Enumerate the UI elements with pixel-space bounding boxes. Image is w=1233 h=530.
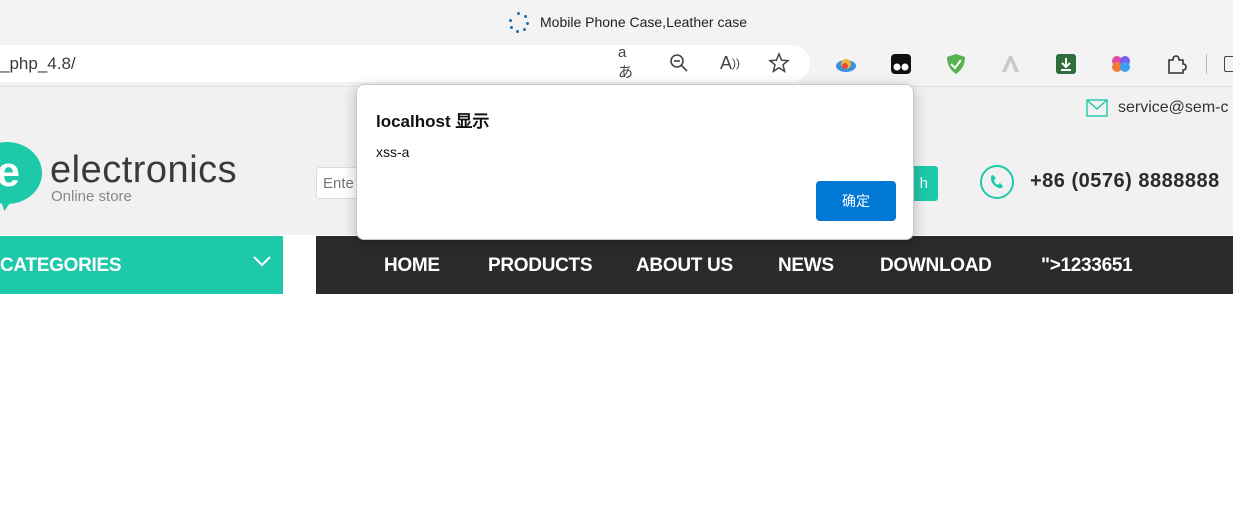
ark-extension-icon[interactable] <box>1000 53 1022 75</box>
brand-tagline: Online store <box>51 188 132 205</box>
toolbar-divider <box>1206 54 1207 74</box>
phone-number: +86 (0576) 8888888 <box>1030 170 1220 192</box>
brain-extension-icon[interactable] <box>1110 53 1132 75</box>
nav-home[interactable]: HOME <box>384 255 440 277</box>
nav-about-us[interactable]: ABOUT US <box>636 255 733 277</box>
logo-badge: e <box>0 142 42 204</box>
address-bar: _php_4.8/ aあ A)) <box>0 44 1233 86</box>
read-aloud-icon[interactable]: A)) <box>719 52 741 74</box>
adguard-shield-extension-icon[interactable] <box>945 53 967 75</box>
main-nav: HOME PRODUCTS ABOUT US NEWS DOWNLOAD ">1… <box>316 236 1233 294</box>
url-text: _php_4.8/ <box>0 54 76 73</box>
tab-title: Mobile Phone Case,Leather case <box>540 14 748 30</box>
ok-button[interactable]: 确定 <box>816 181 896 221</box>
brand-name: electronics <box>50 149 238 191</box>
contact-email[interactable]: service@sem-c <box>1086 99 1228 117</box>
chevron-down-icon <box>253 256 271 267</box>
loading-spinner-icon <box>508 11 530 33</box>
sidebar-toggle-icon[interactable] <box>1224 56 1233 72</box>
zoom-out-icon[interactable] <box>668 52 690 74</box>
alert-dialog: localhost 显示 xss-a 确定 <box>356 84 914 240</box>
dialog-message: xss-a <box>376 144 410 160</box>
tab[interactable]: Mobile Phone Case,Leather case <box>508 11 747 33</box>
browser-title-bar: Mobile Phone Case,Leather case <box>0 0 1233 44</box>
categories-menu[interactable]: CATEGORIES <box>0 236 283 294</box>
favorite-star-icon[interactable] <box>768 52 790 74</box>
puzzle-extensions-icon[interactable] <box>1165 53 1187 75</box>
email-text: service@sem-c <box>1118 99 1229 116</box>
nav-download[interactable]: DOWNLOAD <box>880 255 992 277</box>
tampermonkey-extension-icon[interactable] <box>890 53 912 75</box>
nav-injected-item[interactable]: ">1233651 <box>1041 255 1133 277</box>
download-extension-icon[interactable] <box>1055 53 1077 75</box>
mail-icon <box>1086 99 1108 117</box>
nav-products[interactable]: PRODUCTS <box>488 255 593 277</box>
phone-icon <box>980 165 1014 199</box>
nav-news[interactable]: NEWS <box>778 255 834 277</box>
categories-label: CATEGORIES <box>0 255 122 276</box>
weather-extension-icon[interactable] <box>835 53 857 75</box>
dialog-title: localhost 显示 <box>376 112 490 131</box>
translate-icon[interactable]: aあ <box>618 44 640 81</box>
